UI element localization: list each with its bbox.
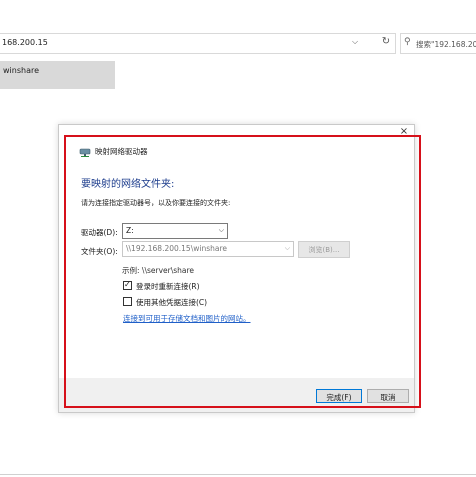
chevron-down-icon[interactable]: ⌵ xyxy=(349,37,361,49)
search-input[interactable]: 搜索"192.168.200.15" xyxy=(416,39,476,50)
address-bar[interactable]: 168.200.15 ⌵ ↻ xyxy=(0,33,396,54)
share-item-winshare[interactable]: winshare xyxy=(0,61,115,89)
share-item-label: winshare xyxy=(3,66,40,75)
search-icon: ⚲ xyxy=(404,37,411,47)
divider xyxy=(0,474,476,475)
refresh-icon[interactable]: ↻ xyxy=(379,36,393,50)
address-text: 168.200.15 xyxy=(2,38,48,47)
search-box[interactable]: ⚲ 搜索"192.168.200.15" xyxy=(400,33,476,54)
highlight-frame xyxy=(64,135,421,408)
